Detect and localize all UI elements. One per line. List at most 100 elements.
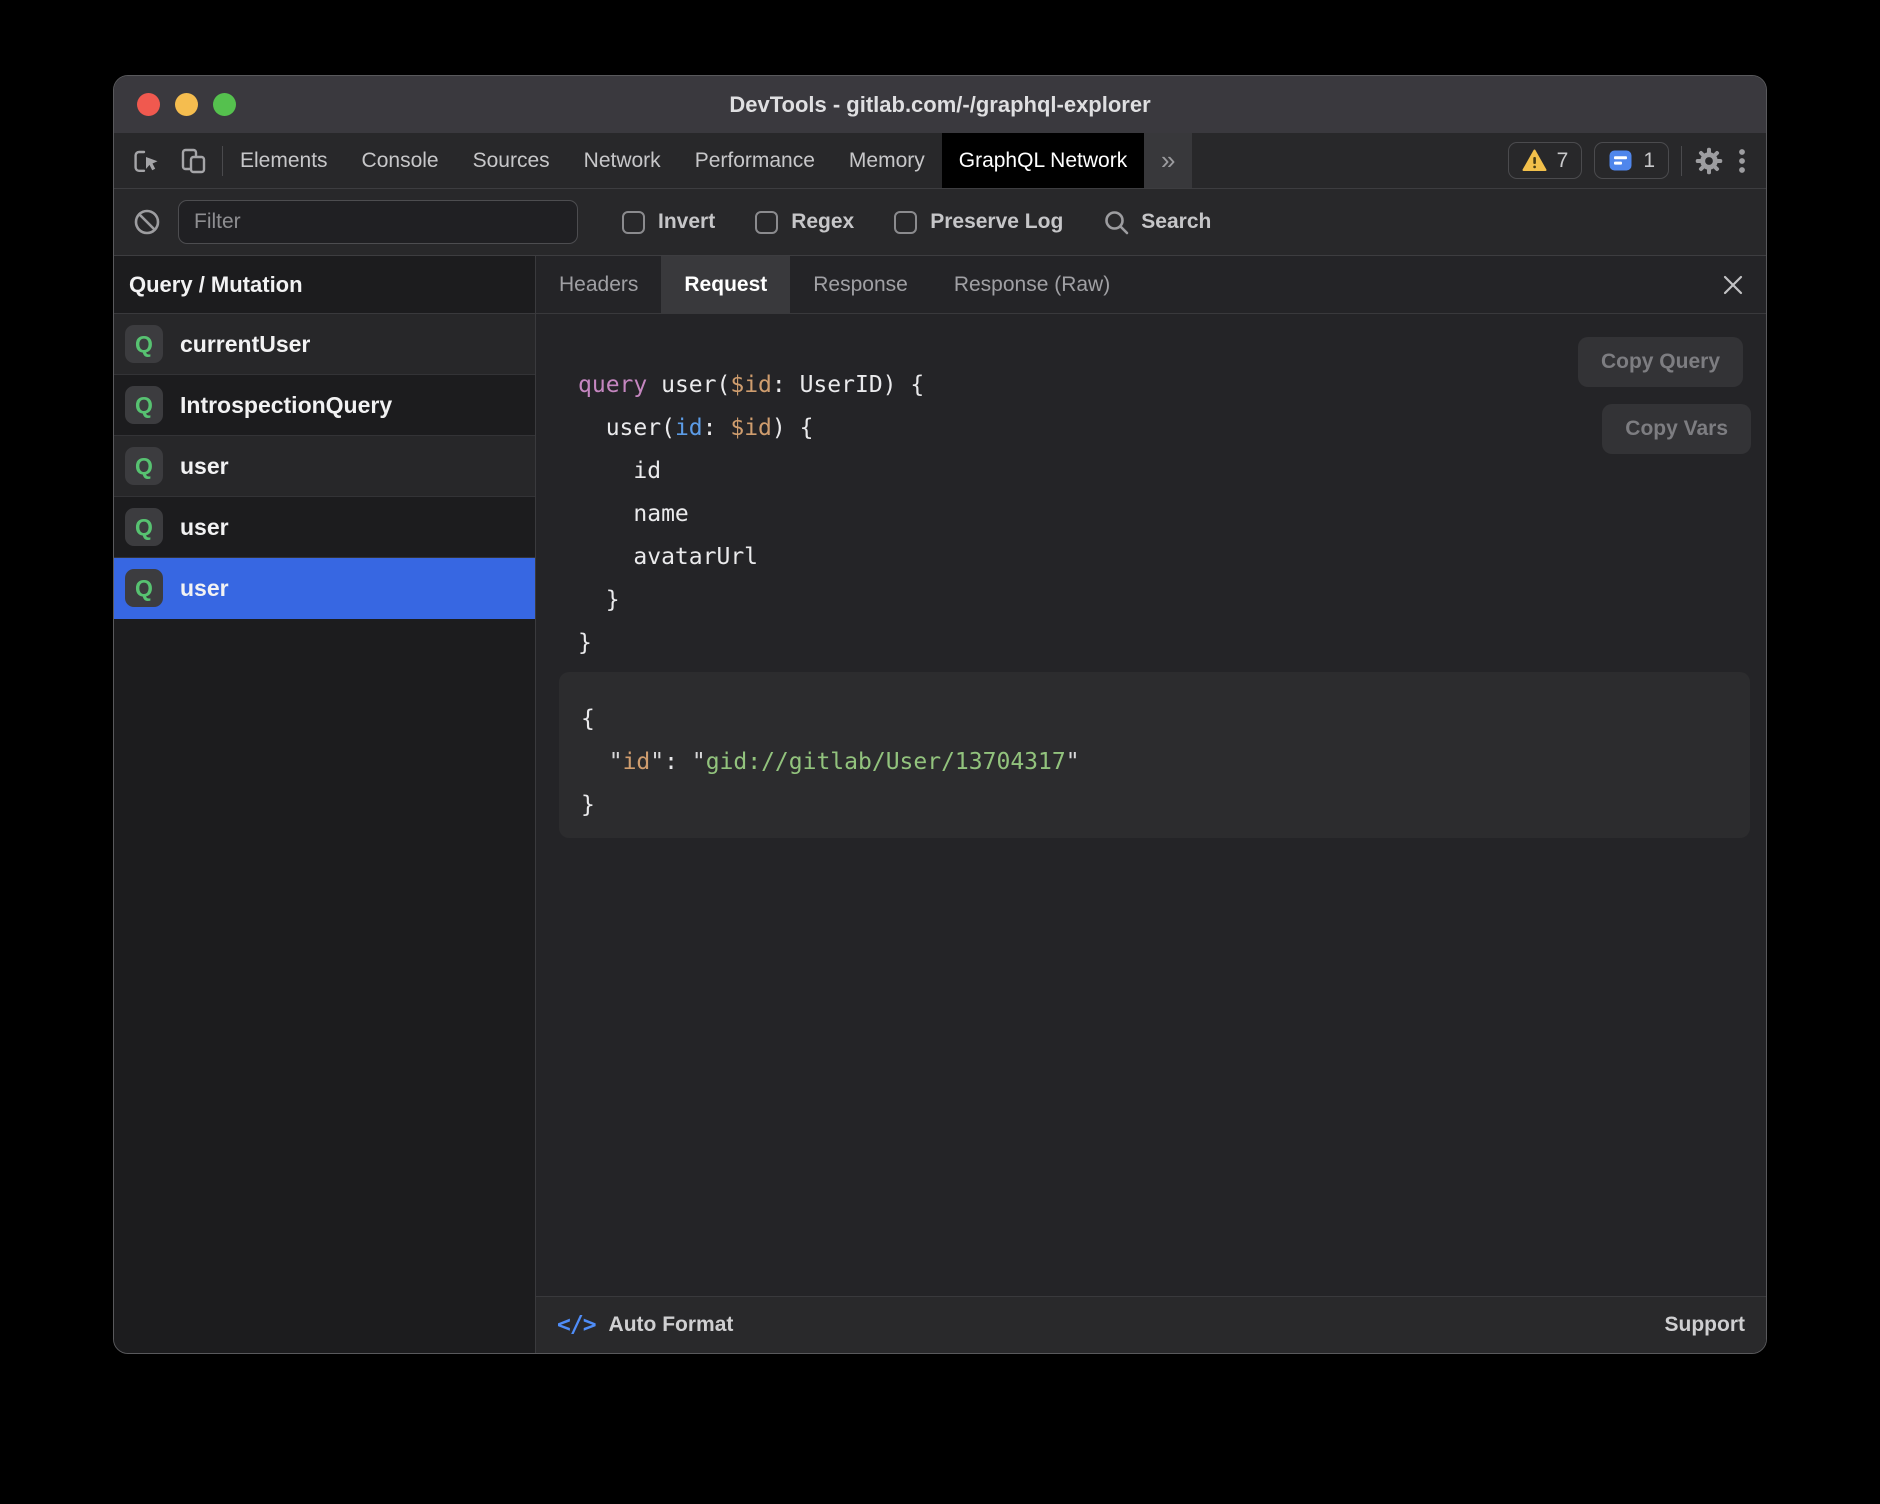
filter-option[interactable]: Preserve Log [894,210,1063,234]
query-sidebar: Query / Mutation Q currentUser [114,256,536,1353]
query-list-item-label: currentUser [180,331,310,358]
request-content: query user($id: UserID) { user(id: $id) … [536,314,1766,1296]
close-detail-button[interactable] [1722,274,1744,296]
badge-separator [1681,146,1682,176]
detail-panel: Headers Request Response [536,256,1766,1353]
filter-option[interactable]: Regex [755,210,854,234]
query-type-badge: Q [125,325,163,363]
query-type-letter: Q [135,514,153,541]
query-type-letter: Q [135,453,153,480]
copy-query-button[interactable]: Copy Query [1578,337,1743,387]
sidebar-header: Query / Mutation [114,256,535,314]
desktop-background: DevTools - gitlab.com/-/graphql-explorer [0,0,1880,1504]
filter-input[interactable] [178,200,578,244]
warnings-badge[interactable]: 7 [1508,142,1583,179]
filter-option-label: Regex [791,210,854,234]
search-icon [1103,209,1130,236]
detail-tab-label: Headers [559,273,638,297]
toolbar-tab[interactable]: Memory [832,133,942,188]
toolbar-tabs: Elements Console Sources Network [223,133,1144,188]
window-title: DevTools - gitlab.com/-/graphql-explorer [114,92,1766,118]
toolbar-tab-label: Elements [240,149,328,173]
detail-footer: </> Auto Format Support [536,1296,1766,1353]
toolbar-tab[interactable]: GraphQL Network [942,133,1144,188]
toolbar-tab[interactable]: Elements [223,133,345,188]
query-type-letter: Q [135,392,153,419]
close-window-button[interactable] [137,93,160,116]
toolbar-tab[interactable]: Network [567,133,678,188]
message-icon [1608,148,1633,173]
messages-count: 1 [1643,149,1655,173]
query-list-item[interactable]: Q user [114,436,535,497]
window-titlebar[interactable]: DevTools - gitlab.com/-/graphql-explorer [114,76,1766,133]
query-type-badge: Q [125,508,163,546]
query-type-badge: Q [125,569,163,607]
toolbar-tab[interactable]: Sources [456,133,567,188]
filter-option-label: Preserve Log [930,210,1063,234]
copy-vars-button[interactable]: Copy Vars [1602,404,1751,454]
auto-format-label: Auto Format [609,1313,734,1337]
devtools-window: DevTools - gitlab.com/-/graphql-explorer [113,75,1767,1354]
block-clear-icon[interactable] [133,208,161,236]
inspect-element-icon[interactable] [132,146,162,176]
search-control[interactable]: Search [1103,209,1211,236]
toolbar-tab-label: GraphQL Network [959,149,1127,173]
request-variables-box: { "id": "gid://gitlab/User/13704317"} [559,672,1750,838]
query-list-item[interactable]: Q user [114,558,535,619]
detail-tab[interactable]: Headers [536,256,661,313]
checkbox-icon[interactable] [622,211,645,234]
settings-gear-icon[interactable] [1694,146,1724,176]
query-type-letter: Q [135,575,153,602]
query-list-item-label: user [180,514,229,541]
filter-option-label: Invert [658,210,715,234]
toolbar-tab-label: Network [584,149,661,173]
query-list-item-label: user [180,575,229,602]
query-list-item[interactable]: Q user [114,497,535,558]
query-type-badge: Q [125,386,163,424]
toolbar-left-icons [114,133,222,188]
query-list-item[interactable]: Q IntrospectionQuery [114,375,535,436]
filter-bar: Invert Regex Preserve Log [114,189,1766,256]
detail-tab-label: Response [813,273,908,297]
chevron-double-right-icon: » [1161,145,1175,176]
warning-triangle-icon [1522,149,1547,172]
query-list-item-label: IntrospectionQuery [180,392,392,419]
filter-options: Invert Regex Preserve Log [622,210,1063,234]
messages-badge[interactable]: 1 [1594,142,1669,179]
query-type-badge: Q [125,447,163,485]
warnings-count: 7 [1557,149,1569,173]
more-panels-button[interactable]: » [1144,133,1192,188]
toolbar-right-controls: 7 1 [1508,133,1766,188]
toolbar-tab-label: Console [362,149,439,173]
toolbar-tab[interactable]: Performance [678,133,832,188]
checkbox-icon[interactable] [894,211,917,234]
query-type-letter: Q [135,331,153,358]
checkbox-icon[interactable] [755,211,778,234]
request-query-code: query user($id: UserID) { user(id: $id) … [578,364,924,665]
traffic-lights [137,93,236,116]
detail-tab[interactable]: Request [661,256,790,313]
detail-tab-label: Response (Raw) [954,273,1110,297]
search-label: Search [1141,210,1211,234]
kebab-menu-icon[interactable] [1736,146,1748,176]
support-link[interactable]: Support [1665,1313,1745,1337]
code-brackets-icon: </> [557,1312,596,1338]
detail-tab[interactable]: Response (Raw) [931,256,1133,313]
device-toolbar-icon[interactable] [178,146,208,176]
toolbar-tab-label: Sources [473,149,550,173]
detail-tab-label: Request [684,273,767,297]
query-list-item[interactable]: Q currentUser [114,314,535,375]
query-list: Q currentUser Q IntrospectionQuery [114,314,535,619]
close-icon [1722,274,1744,296]
zoom-window-button[interactable] [213,93,236,116]
minimize-window-button[interactable] [175,93,198,116]
filter-option[interactable]: Invert [622,210,715,234]
toolbar-spacer [1192,133,1507,188]
detail-tab[interactable]: Response [790,256,931,313]
auto-format-button[interactable]: </> Auto Format [557,1312,733,1338]
detail-tabs: Headers Request Response [536,256,1766,314]
query-list-item-label: user [180,453,229,480]
toolbar-tab[interactable]: Console [345,133,456,188]
toolbar-tab-label: Memory [849,149,925,173]
main-split: Query / Mutation Q currentUser [114,256,1766,1353]
